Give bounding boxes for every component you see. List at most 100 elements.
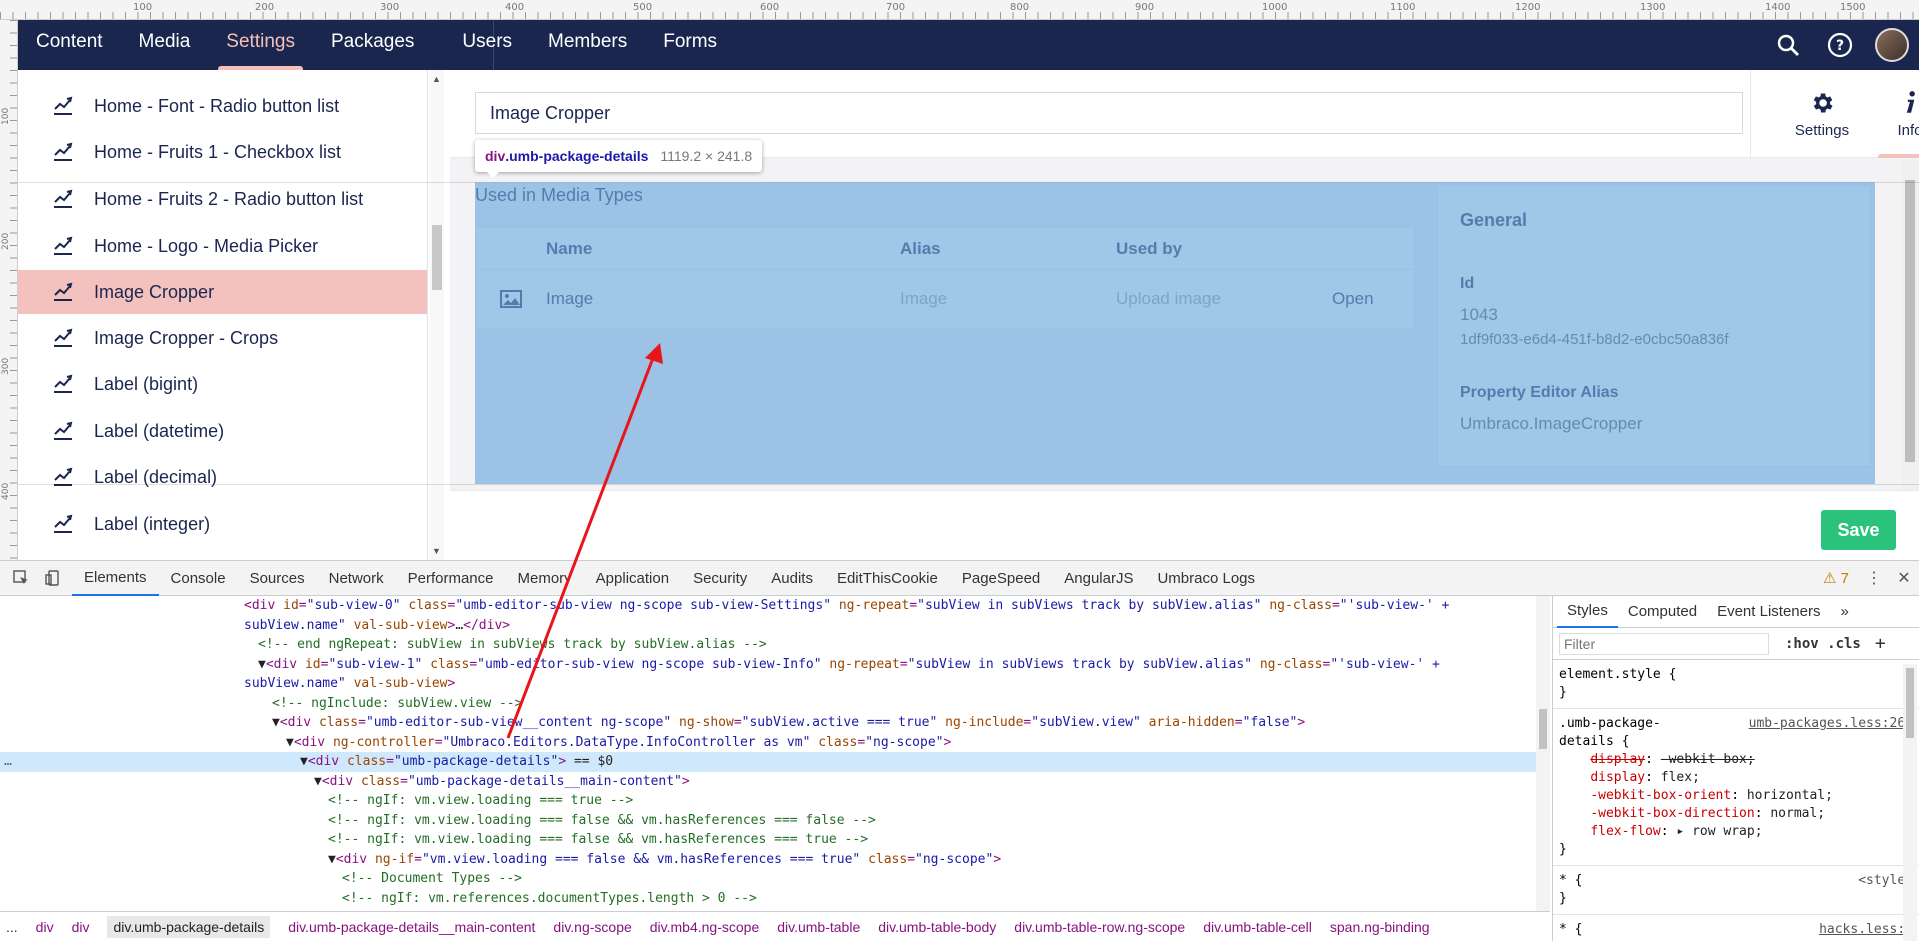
devtools-tab[interactable]: Network [317, 561, 396, 596]
breadcrumb-item[interactable]: div.umb-table [777, 919, 860, 935]
tree-item[interactable]: Home - Fruits 2 - Radio button list [18, 177, 427, 221]
app-settings-button[interactable]: Settings [1778, 70, 1866, 158]
styles-pane: Styles Computed Event Listeners » :hov .… [1552, 596, 1919, 941]
css-property[interactable]: display: -webkit-box; [1559, 752, 1754, 767]
new-rule-icon[interactable]: + [1875, 633, 1886, 654]
dom-line[interactable]: <!-- ngIf: vm.view.loading === true --> [0, 791, 1536, 811]
scroll-up-icon[interactable]: ▲ [432, 74, 441, 84]
css-property[interactable]: -webkit-box-orient: horizontal; [1559, 788, 1833, 803]
tree-scrollbar[interactable]: ▲ ▼ [430, 70, 444, 560]
help-icon[interactable]: ? [1823, 28, 1857, 62]
tree-item[interactable]: Home - Font - Radio button list [18, 84, 427, 128]
dom-line[interactable]: ▼<div ng-controller="Umbraco.Editors.Dat… [0, 733, 1536, 753]
app-info-button[interactable]: Info [1866, 70, 1919, 158]
css-property[interactable]: -webkit-box-direction: normal; [1559, 806, 1825, 821]
breadcrumb-item[interactable]: div.umb-table-body [878, 919, 996, 935]
devtools-tab[interactable]: EditThisCookie [825, 561, 950, 596]
css-property[interactable]: flex-flow: ▸ row wrap; [1559, 824, 1762, 839]
devtools-tab[interactable]: Security [681, 561, 759, 596]
tree-item[interactable]: Image Cropper - Crops [18, 316, 427, 360]
breadcrumb-item[interactable]: div.mb4.ng-scope [650, 919, 759, 935]
tree-item[interactable]: Home - Fruits 1 - Checkbox list [18, 130, 427, 174]
devtools-tab[interactable]: Sources [238, 561, 317, 596]
devtools-tab[interactable]: Audits [759, 561, 825, 596]
tree-item[interactable]: Home - Logo - Media Picker [18, 224, 427, 268]
elements-scroll-thumb[interactable] [1539, 709, 1547, 749]
devtools-tab[interactable]: Memory [506, 561, 584, 596]
breadcrumb-item[interactable]: div.umb-package-details [107, 916, 271, 938]
nav-forms[interactable]: Forms [645, 20, 735, 70]
close-icon[interactable]: ✕ [1889, 568, 1919, 588]
devtools-tab[interactable]: Elements [72, 561, 159, 596]
selected-dom-node[interactable]: … ▼<div class="umb-package-details"> == $… [0, 752, 1536, 772]
devtools-tab[interactable]: Performance [396, 561, 506, 596]
dom-line[interactable]: <!-- end ngRepeat: subView in subViews t… [0, 635, 1536, 655]
dom-line[interactable]: <!-- Document Types --> [0, 869, 1536, 889]
breadcrumb-item[interactable]: div [72, 919, 90, 935]
dom-line[interactable]: ▼<div ng-if="vm.view.loading === false &… [0, 850, 1536, 870]
dom-line[interactable]: ▼<div class="umb-package-details__main-c… [0, 772, 1536, 792]
inspect-element-icon[interactable] [10, 567, 32, 589]
tab-styles[interactable]: Styles [1557, 596, 1618, 628]
search-icon[interactable] [1771, 28, 1805, 62]
dom-line[interactable]: ▼<div id="sub-view-1" class="umb-editor-… [0, 655, 1536, 675]
datatype-name-input[interactable]: Image Cropper [475, 92, 1743, 134]
dom-line[interactable]: <!-- ngIf: vm.view.loading === false && … [0, 830, 1536, 850]
devtools-tab[interactable]: AngularJS [1052, 561, 1145, 596]
row-name[interactable]: Image [546, 289, 900, 309]
dom-line[interactable]: subView.name" val-sub-view> [0, 674, 1536, 694]
tab-computed[interactable]: Computed [1618, 596, 1707, 628]
styles-filter-input[interactable] [1559, 632, 1769, 655]
dom-line[interactable]: <!-- ngIf: vm.references.documentTypes.l… [0, 889, 1536, 909]
tree-item[interactable]: Image Cropper [18, 270, 427, 314]
scroll-down-icon[interactable]: ▼ [432, 546, 441, 556]
nav-content[interactable]: Content [18, 20, 121, 70]
breadcrumb-item[interactable]: div.umb-package-details__main-content [288, 919, 535, 935]
tab-event-listeners[interactable]: Event Listeners [1707, 596, 1830, 628]
devtools-tab[interactable]: Umbraco Logs [1145, 561, 1267, 596]
devtools-tab[interactable]: Console [159, 561, 238, 596]
dom-line[interactable]: <!-- ngInclude: subView.view --> [0, 694, 1536, 714]
nav-users[interactable]: Users [444, 20, 530, 70]
breadcrumb-item[interactable]: span.ng-binding [1330, 919, 1430, 935]
dom-line[interactable]: <div id="sub-view-0" class="umb-editor-s… [0, 596, 1536, 616]
breadcrumb-item[interactable]: div.ng-scope [553, 919, 631, 935]
breadcrumb-item[interactable]: ... [6, 919, 18, 935]
more-menu-icon[interactable]: ⋮ [1859, 568, 1889, 588]
hacks-selector: * { [1559, 922, 1583, 937]
breadcrumb-item[interactable]: div.umb-table-cell [1203, 919, 1312, 935]
table-row[interactable]: Image Image Upload image Open [476, 270, 1414, 328]
dom-line[interactable]: <!-- ngIf: vm.view.loading === false && … [0, 811, 1536, 831]
breadcrumb-item[interactable]: div.umb-table-row.ng-scope [1014, 919, 1185, 935]
editor-scrollbar[interactable] [1901, 160, 1919, 490]
styles-scroll-thumb[interactable] [1906, 668, 1914, 738]
dom-line[interactable]: ▼<div class="umb-editor-sub-view__conten… [0, 713, 1536, 733]
elements-scrollbar[interactable] [1536, 596, 1550, 911]
devtools-tab[interactable]: Application [584, 561, 681, 596]
hov-cls-buttons[interactable]: :hov .cls [1785, 636, 1861, 652]
nav-members[interactable]: Members [530, 20, 645, 70]
tree-scroll-thumb[interactable] [432, 225, 442, 290]
user-avatar[interactable] [1875, 28, 1909, 62]
device-toolbar-icon[interactable] [42, 567, 64, 589]
tree-item[interactable]: Label (bigint) [18, 362, 427, 406]
tree-item[interactable]: Label (datetime) [18, 409, 427, 453]
rule-source-link[interactable]: umb-packages.less:263 [1749, 715, 1913, 733]
dom-line[interactable]: subView.name" val-sub-view>…</div> [0, 616, 1536, 636]
devtools-tab[interactable]: PageSpeed [950, 561, 1052, 596]
breadcrumb-item[interactable]: div [36, 919, 54, 935]
nav-settings[interactable]: Settings [208, 20, 313, 70]
tree-item[interactable]: Label (decimal) [18, 455, 427, 499]
styles-scrollbar[interactable] [1903, 664, 1917, 941]
nav-media[interactable]: Media [121, 20, 209, 70]
tab-more[interactable]: » [1830, 596, 1858, 628]
nav-packages[interactable]: Packages [313, 20, 432, 70]
save-button[interactable]: Save [1821, 510, 1896, 550]
hacks-source-link[interactable]: hacks.less:7 [1819, 921, 1913, 939]
tree-item[interactable]: Label (integer) [18, 502, 427, 546]
rule-properties: display: -webkit-box; display: flex; -we… [1559, 752, 1833, 839]
open-link[interactable]: Open [1332, 289, 1412, 309]
warnings-badge[interactable]: ⚠ 7 [1823, 569, 1859, 587]
css-property[interactable]: display: flex; [1559, 770, 1700, 785]
editor-scroll-thumb[interactable] [1905, 180, 1915, 462]
